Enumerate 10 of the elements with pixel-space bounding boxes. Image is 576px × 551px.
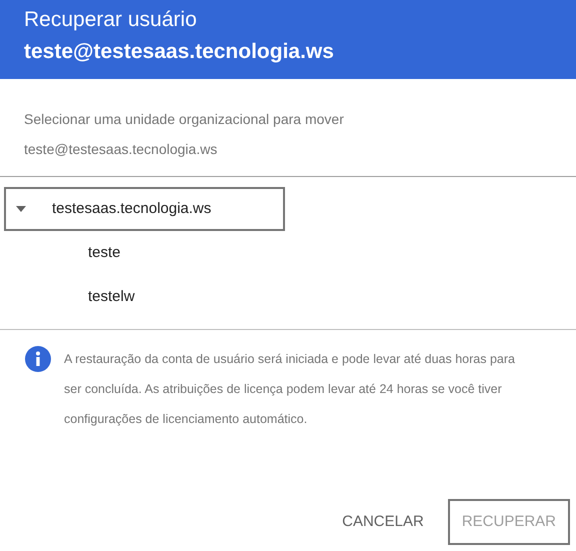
dialog-button[interactable]: CANCELAR [328, 499, 438, 545]
notice-text: A restauração da conta de usuário será iniciada e pode levar até duas horas para ser concluída. As atribuições de licença podem levar até 24 horas se você tiver configurações de licenciamento automático. [64, 351, 516, 428]
tree-item[interactable]: testesaas.tecnologia.ws [4, 187, 285, 231]
dialog-title: Recuperar usuário [24, 7, 198, 33]
info-icon [25, 346, 51, 372]
caret-down-icon[interactable] [16, 206, 26, 212]
tree-item[interactable]: testelw [4, 275, 285, 319]
tree-item[interactable]: teste [4, 231, 285, 275]
user-email: teste@testesaas.tecnologia.ws [24, 39, 335, 65]
description: Selecionar uma unidade organizacional para mover teste@testesaas.tecnologia.ws [23, 110, 345, 159]
